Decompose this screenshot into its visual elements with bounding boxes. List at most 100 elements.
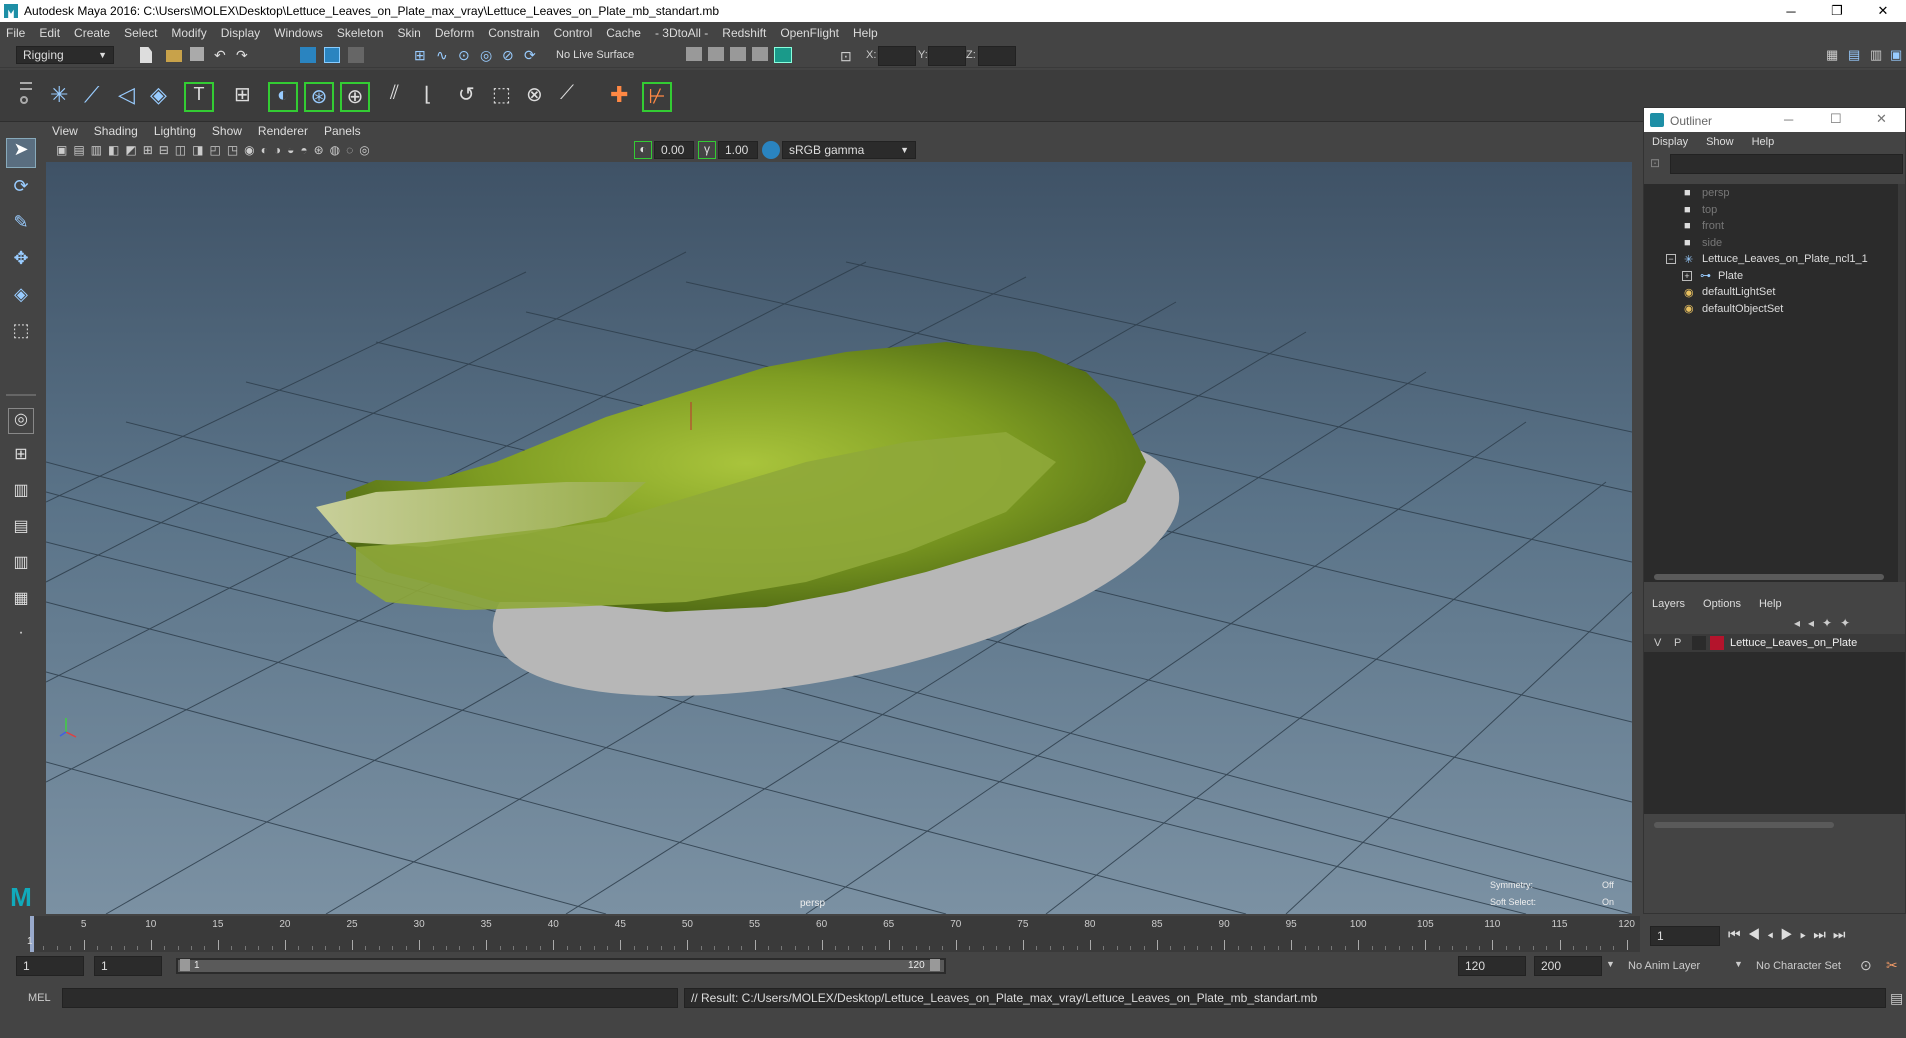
outliner-horizontal-scrollbar[interactable] <box>1654 574 1884 580</box>
layer-row[interactable]: V P Lettuce_Leaves_on_Plate <box>1644 634 1905 652</box>
layer-visibility-toggle[interactable]: V <box>1654 637 1661 649</box>
script-editor-icon[interactable]: ▤ <box>1890 990 1903 1007</box>
snap-view-plane-icon[interactable]: ◎ <box>480 47 498 65</box>
live-surface-label[interactable]: No Live Surface <box>556 49 634 61</box>
panel-menu-panels[interactable]: Panels <box>324 124 361 138</box>
layer-type-toggle[interactable] <box>1692 636 1706 650</box>
layer-menu-layers[interactable]: Layers <box>1652 598 1685 610</box>
render-view-icon[interactable] <box>686 47 702 61</box>
exposure-icon[interactable]: ◐ <box>634 141 652 159</box>
panel-menu-show[interactable]: Show <box>212 124 242 138</box>
select-component-icon[interactable] <box>348 47 364 63</box>
render-current-icon[interactable] <box>708 47 724 61</box>
open-folder-icon[interactable] <box>166 50 182 62</box>
layer-menu-help[interactable]: Help <box>1759 598 1782 610</box>
command-language-toggle[interactable]: MEL <box>28 992 51 1004</box>
menu-display[interactable]: Display <box>221 26 260 40</box>
restore-button[interactable]: ❐ <box>1814 0 1860 22</box>
redo-icon[interactable]: ↷ <box>236 47 254 65</box>
tool-settings-icon[interactable]: ▥ <box>1870 47 1888 65</box>
time-slider[interactable]: 5 10 15 20 25 30 35 40 45 50 55 60 65 70 75 80 85 90 95 100… <box>0 914 1906 954</box>
select-tool-icon[interactable]: ➤ <box>6 138 36 168</box>
twist-deformer-icon[interactable]: ⊗ <box>526 82 552 108</box>
persp-outliner-layout-icon[interactable]: ▥ <box>8 480 34 506</box>
range-slider-track[interactable]: 1 120 <box>176 958 946 974</box>
layer-tool-icons[interactable]: ◂◂✦✦ <box>1794 616 1904 632</box>
render-settings-icon[interactable] <box>752 47 768 61</box>
outliner-maximize-button[interactable]: ☐ <box>1830 111 1842 127</box>
make-live-icon[interactable]: ⊘ <box>502 47 520 65</box>
point-constraint-icon[interactable]: ✚ <box>610 82 636 108</box>
menu-redshift[interactable]: Redshift <box>722 26 766 40</box>
outliner-item[interactable]: − ✳ Lettuce_Leaves_on_Plate_ncl1_1 <box>1644 250 1898 268</box>
layer-menu-options[interactable]: Options <box>1703 598 1741 610</box>
paint-select-icon[interactable]: ✎ <box>6 212 36 242</box>
ipr-render-icon[interactable] <box>730 47 746 61</box>
panel-tool-icons[interactable]: ▣▤▥◧◩⊞⊟◫◨◰◳◉◐◑◒◓⊛◍◌◎ <box>56 143 656 159</box>
outliner-item[interactable]: ◉ defaultLightSet <box>1644 283 1898 301</box>
perspective-viewport[interactable]: persp Symmetry: Off Soft Select: On <box>46 162 1632 914</box>
channel-box-icon[interactable]: ▣ <box>1890 47 1906 65</box>
expand-icon[interactable]: + <box>1682 270 1692 281</box>
outliner-menu-show[interactable]: Show <box>1706 136 1734 148</box>
rigid-bind-icon[interactable]: ◐ <box>268 82 298 112</box>
panel-menu-renderer[interactable]: Renderer <box>258 124 308 138</box>
layer-color-swatch[interactable] <box>1710 636 1724 650</box>
character-set-dropdown[interactable]: No Character Set <box>1752 956 1862 976</box>
panel-menu-view[interactable]: View <box>52 124 78 138</box>
exposure-field[interactable]: 0.00 <box>654 141 694 159</box>
move-tool-icon[interactable]: ✥ <box>6 248 36 278</box>
menu-create[interactable]: Create <box>74 26 110 40</box>
wire-deformer-icon[interactable]: ⫽ <box>390 82 416 108</box>
range-slider-handle[interactable]: 1 120 <box>178 959 944 972</box>
panel-menu-lighting[interactable]: Lighting <box>154 124 196 138</box>
anim-layer-dropdown[interactable]: No Anim Layer <box>1624 956 1728 976</box>
panel-menu-shading[interactable]: Shading <box>94 124 138 138</box>
z-field[interactable] <box>978 46 1016 66</box>
menu-3dtoall[interactable]: - 3DtoAll - <box>655 26 708 40</box>
animation-start-field[interactable]: 1 <box>16 956 84 976</box>
new-scene-icon[interactable] <box>140 47 152 63</box>
snap-grid-icon[interactable]: ⊞ <box>414 47 432 65</box>
range-start-grip[interactable] <box>180 959 190 971</box>
menu-windows[interactable]: Windows <box>274 26 323 40</box>
wave-deformer-icon[interactable]: ⟋ <box>560 82 586 108</box>
animation-end-field[interactable]: 200 <box>1534 956 1602 976</box>
shelf-options-icon[interactable] <box>20 78 36 114</box>
gamma-icon[interactable]: γ <box>698 141 716 159</box>
save-icon[interactable] <box>190 47 204 61</box>
cluster-icon[interactable]: ⊕ <box>340 82 370 112</box>
persp-graph-layout-icon[interactable]: ▤ <box>8 516 34 542</box>
auto-key-icon[interactable]: ⊙ <box>1860 957 1872 974</box>
select-hierarchy-icon[interactable] <box>300 47 316 63</box>
time-slider-track[interactable]: 5 10 15 20 25 30 35 40 45 50 55 60 65 70 75 80 85 90 95 100… <box>30 916 1640 952</box>
menu-edit[interactable]: Edit <box>39 26 60 40</box>
menu-deform[interactable]: Deform <box>435 26 474 40</box>
gamma-field[interactable]: 1.00 <box>718 141 758 159</box>
select-object-icon[interactable] <box>324 47 340 63</box>
smooth-bind-icon[interactable]: ⊞ <box>234 82 260 108</box>
y-field[interactable] <box>928 46 966 66</box>
preferences-icon[interactable]: ✂ <box>1886 957 1898 974</box>
joint-tool-icon[interactable]: ✳ <box>50 82 76 108</box>
bend-deformer-icon[interactable]: ⌊ <box>424 82 450 108</box>
persp-hypershade-layout-icon[interactable]: ▥ <box>8 552 34 578</box>
outliner-item[interactable]: ■ top <box>1644 201 1898 219</box>
wrap-deformer-icon[interactable]: ↺ <box>458 82 484 108</box>
outliner-menu-help[interactable]: Help <box>1752 136 1775 148</box>
modeling-toolkit-icon[interactable]: ▦ <box>1826 47 1844 65</box>
outliner-item[interactable]: ◉ defaultObjectSet <box>1644 300 1898 318</box>
menu-cache[interactable]: Cache <box>606 26 641 40</box>
outliner-item[interactable]: + ⊶ Plate <box>1644 267 1898 285</box>
command-input[interactable] <box>62 988 678 1008</box>
chevron-down-icon[interactable]: ▼ <box>1734 959 1743 969</box>
undo-icon[interactable]: ↶ <box>214 47 232 65</box>
menu-modify[interactable]: Modify <box>171 26 206 40</box>
lattice-icon[interactable]: ⊛ <box>304 82 334 112</box>
playback-start-field[interactable]: 1 <box>94 956 162 976</box>
current-frame-field[interactable]: 1 <box>1650 926 1720 946</box>
menu-select[interactable]: Select <box>124 26 157 40</box>
snap-surface-icon[interactable]: ⟳ <box>524 47 542 65</box>
attribute-editor-icon[interactable]: ▤ <box>1848 47 1866 65</box>
outliner-filter-icon[interactable]: ⊡ <box>1650 156 1666 172</box>
